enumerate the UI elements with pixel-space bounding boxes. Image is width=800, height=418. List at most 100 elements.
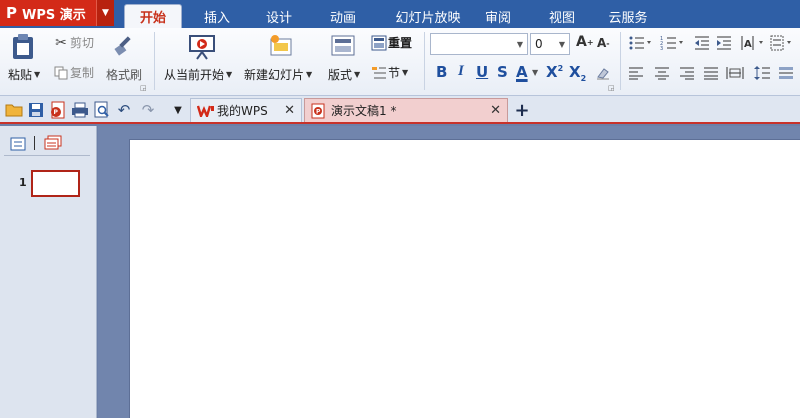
- align-text-icon[interactable]: [770, 34, 796, 52]
- copy-button[interactable]: 复制: [52, 64, 94, 81]
- tab-review[interactable]: 审阅: [476, 4, 520, 28]
- font-size-combo[interactable]: 0 ▼: [530, 33, 570, 55]
- editing-canvas: [98, 126, 800, 418]
- align-left-icon[interactable]: [628, 65, 646, 81]
- bullet-list-icon[interactable]: [628, 34, 654, 52]
- distribute-icon[interactable]: [726, 65, 746, 81]
- format-painter-label: 格式刷: [106, 68, 143, 82]
- section-button[interactable]: 节 ▼: [370, 64, 408, 81]
- svg-text:A: A: [744, 39, 752, 50]
- scissors-icon: ✂: [55, 34, 67, 51]
- underline-icon[interactable]: U: [476, 63, 488, 81]
- print-preview-icon[interactable]: [92, 100, 112, 120]
- reset-button[interactable]: 重置: [370, 34, 412, 51]
- tab-animation[interactable]: 动画: [318, 4, 368, 28]
- copy-label: 复制: [70, 66, 95, 80]
- chevron-down-icon: ▼: [516, 39, 524, 49]
- slide-pane-header: [4, 132, 90, 156]
- svg-text:P: P: [54, 109, 59, 116]
- paragraph-spacing-icon[interactable]: [778, 65, 796, 81]
- justify-icon[interactable]: [703, 65, 721, 81]
- app-menu-dropdown-icon[interactable]: ▼: [96, 0, 114, 26]
- tabs-menu-dropdown-icon[interactable]: ▼: [168, 100, 188, 120]
- chevron-down-icon[interactable]: ▼: [532, 68, 538, 77]
- tab-home[interactable]: 开始: [124, 4, 182, 28]
- tab-view[interactable]: 视图: [540, 4, 584, 28]
- font-name-combo[interactable]: ▼: [430, 33, 528, 55]
- app-name: WPS 演示: [22, 7, 86, 23]
- wps-logo-icon: P: [6, 4, 17, 22]
- grow-font-icon[interactable]: A +: [576, 34, 594, 50]
- decrease-indent-icon[interactable]: [694, 34, 712, 52]
- cut-button[interactable]: ✂ 剪切: [52, 34, 94, 51]
- ribbon: 粘贴▼ ✂ 剪切 复制 格式刷 ◲ 从当前开始▼ 新建幻灯片▼ 版式▼: [0, 28, 800, 96]
- slide-number: 1: [19, 176, 27, 189]
- section-icon: [370, 66, 388, 80]
- shadow-icon[interactable]: S: [497, 63, 508, 81]
- export-pdf-icon[interactable]: P: [48, 100, 68, 120]
- layout-icon[interactable]: [331, 34, 357, 58]
- align-right-icon[interactable]: [679, 65, 697, 81]
- new-slide-button[interactable]: 新建幻灯片 ▼: [244, 66, 312, 83]
- app-menu-button[interactable]: P WPS 演示: [0, 0, 96, 26]
- slide-thumbnail[interactable]: [31, 170, 80, 197]
- chevron-down-icon: ▼: [558, 39, 566, 49]
- italic-icon[interactable]: I: [458, 63, 464, 80]
- reset-icon: [370, 35, 388, 51]
- undo-icon[interactable]: ↶: [114, 100, 134, 120]
- redo-icon[interactable]: ↷: [138, 100, 158, 120]
- subscript-icon[interactable]: X2: [569, 63, 586, 83]
- new-tab-plus-icon[interactable]: +: [512, 100, 532, 121]
- tab-slideshow[interactable]: 幻灯片放映: [388, 4, 468, 28]
- brush-icon[interactable]: [112, 32, 138, 58]
- from-current-button[interactable]: 从当前开始 ▼: [164, 66, 232, 83]
- font-launcher-icon[interactable]: ◲: [608, 84, 615, 92]
- font-size-value: 0: [535, 37, 543, 51]
- save-icon[interactable]: [26, 100, 46, 120]
- svg-text:P: P: [316, 108, 321, 115]
- tab-cloud-service[interactable]: 云服务: [598, 4, 658, 28]
- paste-icon[interactable]: [10, 32, 40, 62]
- close-icon[interactable]: ✕: [284, 103, 295, 118]
- presentation-file-icon: P: [311, 103, 331, 119]
- clipboard-launcher-icon[interactable]: ◲: [140, 84, 147, 92]
- slide-pane: 1: [0, 126, 97, 418]
- wps-logo-icon: [197, 105, 217, 117]
- doc-tab-label: 演示文稿1 *: [331, 104, 397, 118]
- open-folder-icon[interactable]: [4, 100, 24, 120]
- clear-format-icon[interactable]: [595, 64, 613, 82]
- align-center-icon[interactable]: [654, 65, 672, 81]
- menu-tab-bar: P WPS 演示 ▼ 开始 插入 设计 动画 幻灯片放映 审阅 视图 云服务: [0, 0, 800, 28]
- font-color-icon[interactable]: A: [516, 63, 528, 81]
- slide-page[interactable]: [130, 140, 800, 418]
- format-painter-button[interactable]: 格式刷: [106, 66, 142, 83]
- outline-view-icon[interactable]: [10, 137, 26, 151]
- slideshow-screen-icon[interactable]: [188, 32, 218, 62]
- close-icon[interactable]: ✕: [490, 103, 501, 118]
- slides-view-icon[interactable]: [44, 135, 64, 153]
- copy-icon: [52, 66, 70, 80]
- from-current-label: 从当前开始: [164, 68, 225, 82]
- print-icon[interactable]: [70, 100, 90, 120]
- layout-button[interactable]: 版式 ▼: [328, 66, 360, 83]
- increase-indent-icon[interactable]: [716, 34, 734, 52]
- paste-button[interactable]: 粘贴 ▼: [8, 66, 40, 83]
- quick-access-toolbar: P ↶ ↷ ▼ 我的WPS ✕ P 演示文稿1 * ✕ +: [0, 96, 800, 124]
- reset-label: 重置: [388, 36, 413, 50]
- doc-tab-presentation[interactable]: P 演示文稿1 * ✕: [304, 98, 508, 122]
- numbered-list-icon[interactable]: 123: [660, 34, 686, 52]
- line-spacing-icon[interactable]: [754, 65, 772, 81]
- bold-icon[interactable]: B: [436, 63, 447, 81]
- doc-tab-my-wps[interactable]: 我的WPS ✕: [190, 98, 302, 122]
- tab-insert[interactable]: 插入: [192, 4, 242, 28]
- shrink-font-icon[interactable]: A-: [597, 36, 610, 50]
- layout-label: 版式: [328, 68, 353, 82]
- doc-tab-label: 我的WPS: [217, 104, 268, 118]
- new-slide-icon[interactable]: [268, 32, 296, 60]
- section-label: 节: [388, 66, 401, 80]
- pane-view-divider: [34, 136, 35, 150]
- tab-design[interactable]: 设计: [254, 4, 304, 28]
- text-direction-icon[interactable]: A: [740, 34, 768, 52]
- superscript-icon[interactable]: X2: [546, 63, 563, 81]
- paste-label: 粘贴: [8, 68, 33, 82]
